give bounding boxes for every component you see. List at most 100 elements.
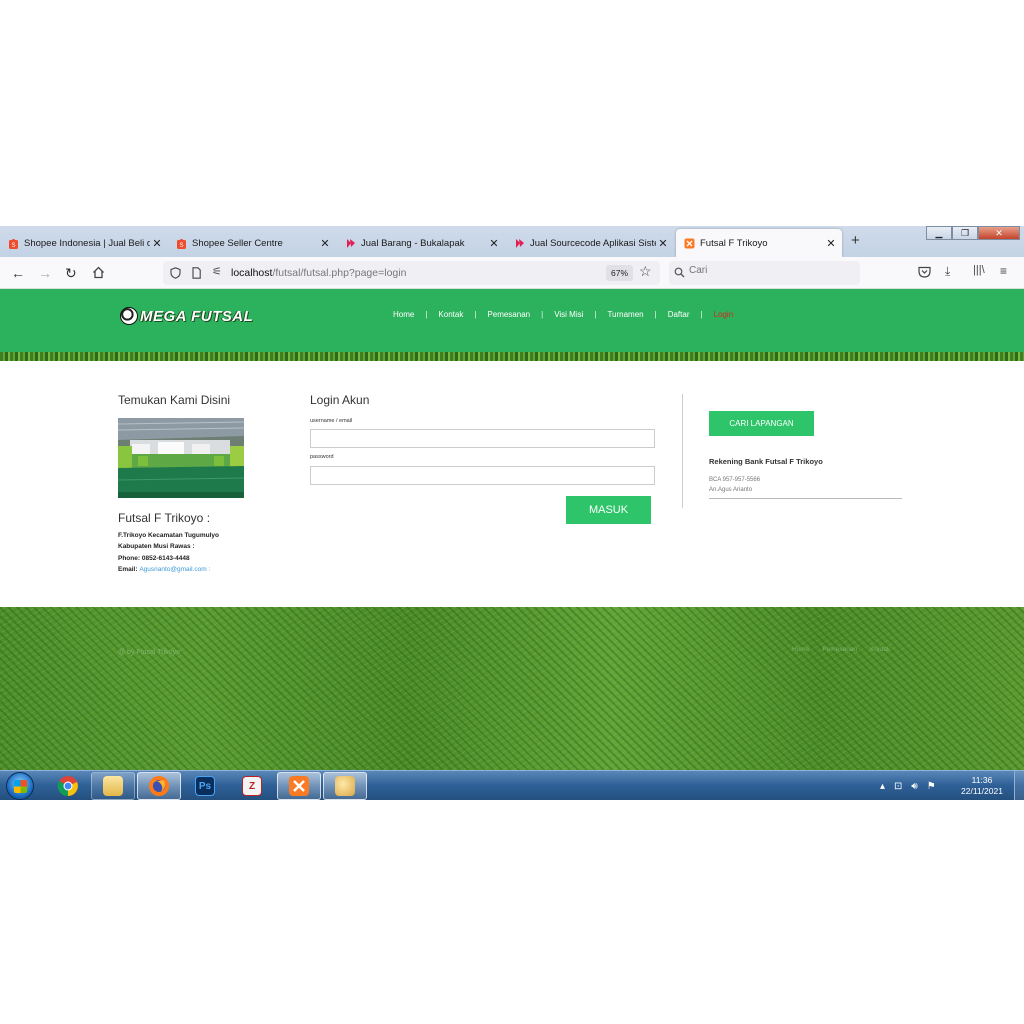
windows-logo-icon: [14, 780, 27, 793]
menu-item-turnamen[interactable]: Turnamen: [607, 310, 643, 319]
url-text[interactable]: localhost/futsal/futsal.php?page=login: [231, 267, 406, 279]
search-input[interactable]: [689, 265, 849, 276]
tab-shopee-seller[interactable]: S Shopee Seller Centre ✕: [168, 229, 336, 257]
search-bar[interactable]: [669, 261, 860, 285]
close-icon[interactable]: ✕: [487, 237, 501, 250]
taskbar-explorer[interactable]: [91, 772, 135, 800]
restore-icon[interactable]: ❐: [952, 226, 978, 240]
tab-bukalapak[interactable]: Jual Barang - Bukalapak ✕: [337, 229, 505, 257]
shopee-icon: S: [9, 238, 18, 249]
phone-label: Phone:: [118, 555, 141, 562]
column-divider: [682, 394, 683, 508]
menu-separator: |: [700, 310, 703, 319]
login-submit-button[interactable]: MASUK: [566, 496, 651, 524]
taskbar-photoshop[interactable]: Ps: [183, 772, 227, 800]
new-tab-icon[interactable]: +: [851, 232, 860, 249]
phone-number: 0852-6143-4448: [141, 555, 190, 562]
bukalapak-icon: [347, 238, 355, 248]
tab-label: Shopee Indonesia | Jual Beli di P: [24, 237, 150, 249]
home-icon[interactable]: [92, 266, 105, 279]
tab-label: Shopee Seller Centre: [192, 237, 283, 249]
taskbar-chrome[interactable]: [46, 772, 90, 800]
menu-item-home[interactable]: Home: [393, 310, 414, 319]
browser-tab-bar: S Shopee Indonesia | Jual Beli di P ✕ S …: [0, 226, 1024, 257]
bank-account-number: BCA 957-957-5566: [709, 477, 761, 483]
menu-separator: |: [654, 310, 657, 319]
url-bar[interactable]: ⚟ localhost/futsal/futsal.php?page=login…: [163, 261, 660, 285]
password-input[interactable]: [310, 466, 655, 485]
network-icon[interactable]: ⊡: [894, 781, 902, 792]
site-menu: Home | Kontak | Pemesanan | Visi Misi | Turn…: [393, 310, 733, 319]
bank-heading: Rekening Bank Futsal F Trikoyo: [709, 457, 823, 466]
menu-separator: |: [594, 310, 597, 319]
email-line: Email: Agusrianto@gmail.com :: [118, 566, 210, 573]
email-link[interactable]: Agusrianto@gmail.com :: [139, 566, 210, 573]
pocket-icon[interactable]: [918, 266, 931, 278]
logo-text: MEGA FUTSAL: [140, 307, 254, 325]
email-label: Email:: [118, 566, 138, 573]
desktop-screen: S Shopee Indonesia | Jual Beli di P ✕ S …: [0, 226, 1024, 800]
volume-icon[interactable]: 🔊︎: [911, 781, 917, 792]
library-icon[interactable]: |||\: [973, 264, 985, 276]
site-logo[interactable]: MEGA FUTSAL: [120, 307, 253, 325]
taskbar: Ps Z ▴ ⊡ 🔊︎ ⚑ 11:36 22/11/2021: [0, 770, 1024, 800]
zoom-indicator[interactable]: 67%: [606, 265, 634, 281]
show-hidden-icon[interactable]: ▴: [880, 781, 885, 792]
window-controls: ▁ ❐ ✕: [926, 226, 1020, 240]
page-icon[interactable]: [192, 267, 201, 279]
footer-link-pemesanan[interactable]: Pemesanan: [822, 646, 857, 653]
footer-link-kontak[interactable]: Kontak: [870, 646, 890, 653]
action-center-flag-icon[interactable]: ⚑: [927, 781, 936, 792]
firefox-icon: [149, 776, 169, 796]
xampp-icon: [289, 776, 309, 796]
back-icon[interactable]: ←: [11, 265, 25, 281]
taskbar-filezilla[interactable]: Z: [230, 772, 274, 800]
browser-toolbar: ← → ↻ ⚟ localhost/futsal/futsal.php?page…: [0, 257, 1024, 289]
show-desktop-button[interactable]: [1014, 771, 1024, 800]
reload-icon[interactable]: ↻: [65, 265, 77, 281]
find-field-button[interactable]: CARI LAPANGAN: [709, 411, 814, 436]
grass-banner: [0, 352, 1024, 361]
system-tray: ▴ ⊡ 🔊︎ ⚑: [880, 771, 945, 800]
explorer-icon: [103, 776, 123, 796]
window-close-icon[interactable]: ✕: [978, 226, 1020, 240]
permissions-icon[interactable]: ⚟: [212, 265, 222, 278]
menu-item-kontak[interactable]: Kontak: [438, 310, 463, 319]
taskbar-paint[interactable]: [323, 772, 367, 800]
downloads-icon[interactable]: ⤓: [945, 264, 950, 279]
taskbar-firefox[interactable]: [137, 772, 181, 800]
main-content: Temukan Kami Disini Futsal F Trikoyo: F…: [0, 361, 1024, 607]
tab-sourcecode[interactable]: Jual Sourcecode Aplikasi Sistem ✕: [506, 229, 674, 257]
search-icon: [674, 267, 685, 278]
menu-separator: |: [425, 310, 428, 319]
tab-shopee-indonesia[interactable]: S Shopee Indonesia | Jual Beli di P ✕: [0, 229, 168, 257]
forward-icon[interactable]: →: [38, 265, 52, 281]
close-icon[interactable]: ✕: [824, 237, 838, 250]
url-host: localhost: [231, 267, 273, 279]
soccer-ball-icon: [120, 307, 138, 325]
menu-icon[interactable]: ≡: [1000, 264, 1007, 278]
svg-text:S: S: [179, 243, 183, 249]
futsal-field-photo: [118, 418, 244, 498]
taskbar-xampp[interactable]: [277, 772, 321, 800]
menu-item-visi-misi[interactable]: Visi Misi: [554, 310, 583, 319]
xampp-icon: [684, 238, 695, 248]
start-button[interactable]: [6, 772, 34, 800]
menu-item-pemesanan[interactable]: Pemesanan: [487, 310, 530, 319]
password-label: password: [310, 454, 334, 460]
paint-icon: [335, 776, 355, 796]
menu-item-login[interactable]: Login: [714, 310, 734, 319]
username-input[interactable]: [310, 429, 655, 448]
filezilla-icon: Z: [242, 776, 262, 796]
footer-link-home[interactable]: Home: [792, 646, 809, 653]
bookmark-star-icon[interactable]: ☆: [639, 263, 652, 280]
clock[interactable]: 11:36 22/11/2021: [956, 775, 1008, 797]
shield-icon[interactable]: [170, 267, 181, 279]
close-icon[interactable]: ✕: [150, 237, 164, 250]
menu-item-daftar[interactable]: Daftar: [668, 310, 690, 319]
close-icon[interactable]: ✕: [318, 237, 332, 250]
minimize-icon[interactable]: ▁: [926, 226, 952, 240]
tab-futsal-trikoyo[interactable]: Futsal F Trikoyo ✕: [676, 229, 842, 257]
address-line-2: Kabupaten Musi Rawas :: [118, 543, 195, 550]
close-icon[interactable]: ✕: [656, 237, 670, 250]
